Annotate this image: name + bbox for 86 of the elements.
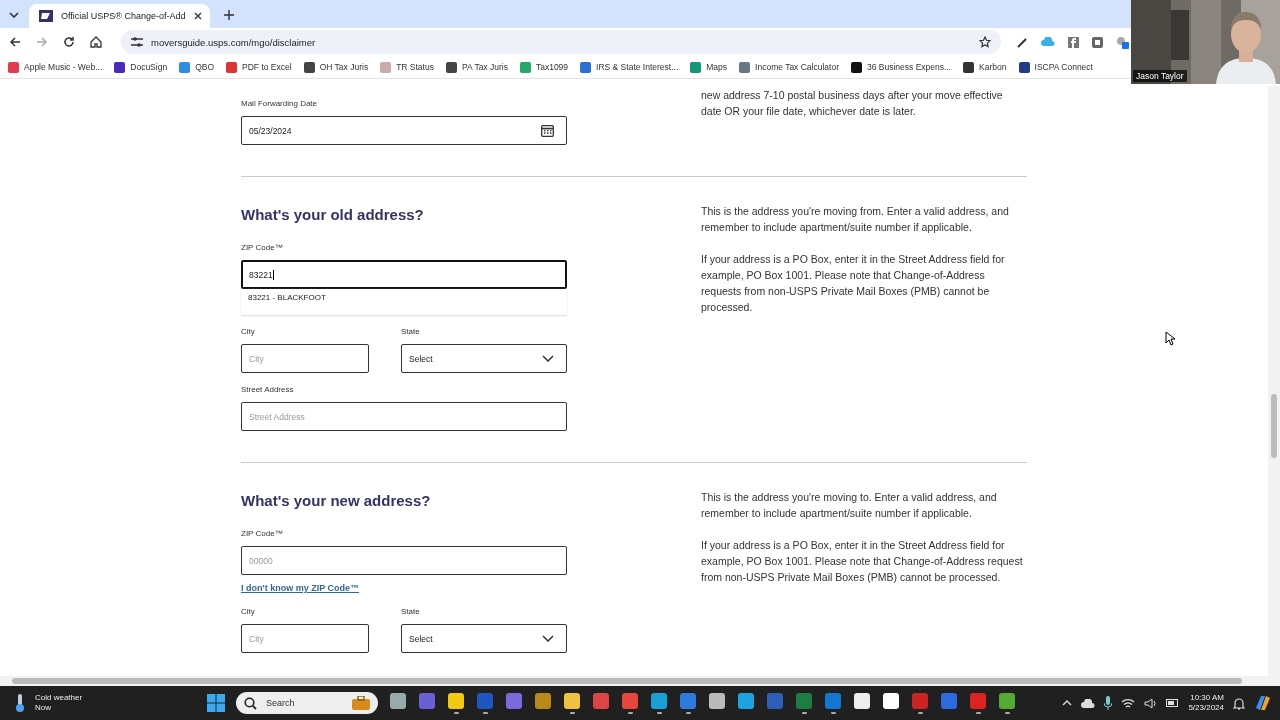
taskbar-clock[interactable]: 10:30 AM 5/23/2024 [1188, 693, 1224, 713]
date-field[interactable]: 05/23/2024 [241, 116, 567, 145]
bookmark-favicon-icon [580, 61, 592, 73]
bookmark[interactable]: Apple Music - Web... [8, 61, 103, 73]
section-heading: What's your old address? [241, 205, 424, 225]
bookmark[interactable]: TR Status [380, 61, 434, 73]
bookmark[interactable]: Income Tax Calculator [739, 61, 839, 73]
wifi-icon[interactable] [1121, 697, 1136, 709]
field-label: ZIP Code™ [241, 529, 283, 538]
scrollbar[interactable] [0, 676, 1280, 686]
info-text: date OR your file date, whichever date is later. [701, 104, 917, 119]
bookmark[interactable]: QBO [179, 61, 215, 73]
battery-icon[interactable] [1166, 698, 1180, 708]
suggestion-item[interactable]: 83221 - BLACKFOOT [241, 289, 567, 315]
chevron-down-icon[interactable] [9, 12, 19, 18]
thermometer-icon[interactable] [14, 693, 26, 713]
weather-time: Now [35, 703, 52, 713]
state-dropdown[interactable]: Select [401, 624, 567, 653]
star-icon[interactable] [979, 36, 991, 48]
bookmark-favicon-icon [114, 61, 126, 73]
bell-icon[interactable] [1233, 696, 1245, 710]
info-text: new address 7-10 postal business days after your move effective [701, 88, 1004, 103]
field-label: State [401, 607, 420, 616]
bookmark[interactable]: IRS & State Interest... [580, 61, 679, 73]
field-label: Street Address [241, 385, 294, 394]
bookmark-favicon-icon [851, 61, 862, 73]
scrollbar[interactable] [1268, 86, 1280, 676]
address-bar[interactable]: moversguide.usps.com/mgo/disclaimer [121, 30, 1001, 54]
plus-icon[interactable] [223, 10, 234, 20]
bookmark-favicon-icon [179, 61, 191, 73]
field-label: City [241, 327, 255, 336]
briefcase-icon [352, 696, 370, 710]
field-label: State [401, 327, 420, 336]
bookmark-favicon-icon [519, 61, 531, 73]
bookmark[interactable]: DocuSign [114, 61, 168, 73]
chevron-down-icon [542, 635, 554, 642]
bookmark[interactable]: Maps [690, 61, 728, 73]
zip-lookup-link[interactable]: I don't know my ZIP Code™ [241, 583, 359, 593]
facebook-icon[interactable] [1068, 36, 1079, 48]
browser-tab[interactable]: Official USPS® Change-of-Add [29, 4, 210, 28]
bookmark-favicon-icon [8, 61, 19, 73]
start-icon[interactable] [207, 694, 225, 712]
field-label: Mail Forwarding Date [241, 99, 318, 108]
weather-text[interactable]: Cold weather [35, 693, 83, 703]
bookmark-favicon-icon [963, 61, 975, 73]
bookmark-favicon-icon [445, 61, 457, 73]
cloud-icon[interactable] [1081, 698, 1096, 708]
chevron-up-icon[interactable] [1062, 700, 1073, 706]
pen-icon[interactable] [1016, 36, 1028, 48]
mail-logo-icon [39, 10, 53, 22]
bookmark-favicon-icon [303, 61, 315, 73]
bookmark[interactable]: Karbon [963, 61, 1007, 73]
participant-name: Jason Taylor [1133, 70, 1187, 82]
back-icon[interactable] [9, 36, 21, 48]
reload-icon[interactable] [63, 36, 75, 48]
state-dropdown[interactable]: Select [401, 344, 567, 373]
close-icon[interactable] [193, 12, 202, 20]
speaker-icon[interactable] [1144, 697, 1158, 709]
bookmark[interactable]: OH Tax Juris [303, 61, 369, 73]
chevron-down-icon [542, 355, 554, 362]
zip-code-field[interactable]: 83221 [241, 260, 567, 289]
bookmark[interactable]: 36 Business Expens... [851, 61, 952, 73]
info-text: This is the address you're moving to. Enter a valid address, and remember to include apartment/suite number if applicable. [701, 490, 998, 521]
extension-icon[interactable] [1116, 35, 1129, 49]
field-label: ZIP Code™ [241, 243, 283, 252]
bookmark-favicon-icon [226, 61, 238, 73]
field-label: City [241, 607, 255, 616]
info-text: If your address is a PO Box, enter it in the Street Address field for example, PO Box 1001. Please note that Change-of-Address requests from non-USPS Private Mail Boxes (PMB) cannot be processed. [701, 252, 1006, 315]
bookmark-favicon-icon [1018, 61, 1030, 73]
mouse-pointer-icon [1165, 331, 1175, 346]
bookmark-favicon-icon [690, 61, 702, 73]
section-heading: What's your new address? [241, 491, 431, 511]
bookmark[interactable]: ISCPA Connect [1018, 61, 1093, 73]
info-text: This is the address you're moving from. Enter a valid address, and remember to include apartment/suite number if applicable. [701, 204, 1010, 235]
bookmark[interactable]: Tax1099 [519, 61, 569, 73]
site-settings-icon[interactable] [131, 37, 143, 47]
copilot-icon[interactable] [1254, 694, 1272, 712]
microphone-icon[interactable] [1104, 696, 1113, 710]
bookmark[interactable]: PA Tax Juris [445, 61, 508, 73]
taskbar-search[interactable]: Search [236, 692, 378, 714]
bookmark[interactable]: PDF to Excel [226, 61, 292, 73]
bookmark-favicon-icon [380, 61, 392, 73]
home-icon[interactable] [90, 36, 102, 48]
bookmark-favicon-icon [739, 61, 751, 73]
info-text: If your address is a PO Box, enter it in the Street Address field for example, PO Box 1001. Please note that Change-of-Address request from non-USPS Private Mail Boxes (PMB) cannot be processed. [701, 538, 1024, 585]
search-icon [244, 696, 257, 710]
